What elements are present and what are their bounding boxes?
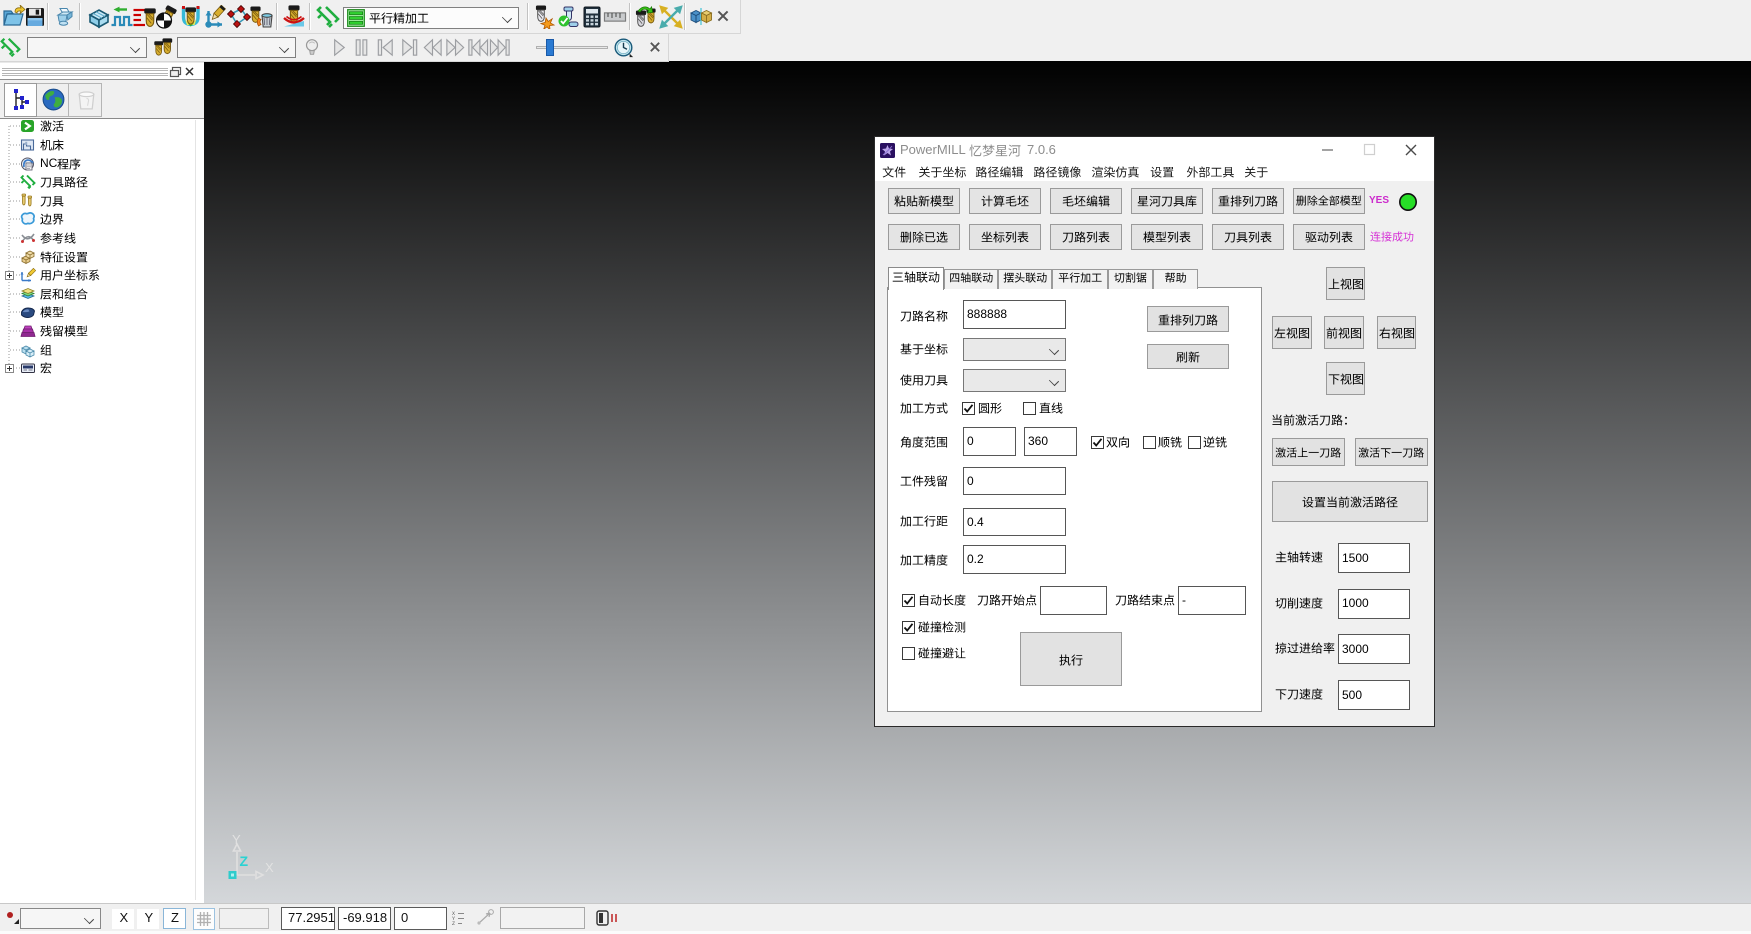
svg-text:Z: Z [240,853,249,869]
svg-text:Y: Y [232,832,241,847]
svg-text:X: X [265,860,274,875]
svg-text:Z: Z [452,921,455,927]
